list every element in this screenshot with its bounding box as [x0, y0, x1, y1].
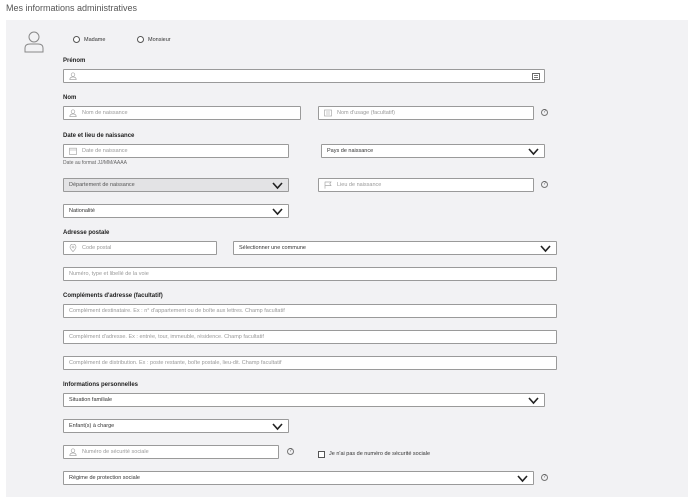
- nationalite-select[interactable]: Nationalité: [63, 204, 289, 218]
- securite-sociale-placeholder: Numéro de sécurité sociale: [82, 449, 149, 455]
- prenom-input[interactable]: [63, 69, 545, 83]
- regime-protection-value: Régime de protection sociale: [69, 475, 140, 481]
- complement-adresse-input[interactable]: Complément d'adresse. Ex : entrée, tour,…: [63, 330, 557, 344]
- label-personal-info: Informations personnelles: [63, 382, 139, 388]
- complement-distribution-input[interactable]: Complément de distribution. Ex : poste r…: [63, 356, 557, 370]
- help-icon[interactable]: ?: [541, 109, 548, 116]
- lieu-naissance-placeholder: Lieu de naissance: [337, 182, 382, 188]
- nom-naissance-placeholder: Nom de naissance: [82, 110, 128, 116]
- help-icon[interactable]: ?: [287, 448, 294, 455]
- securite-sociale-input[interactable]: Numéro de sécurité sociale: [63, 445, 279, 459]
- voie-placeholder: Numéro, type et libellé de la voie: [69, 271, 149, 277]
- enfants-value: Enfant(s) à charge: [69, 423, 115, 429]
- user-avatar-icon: [24, 31, 44, 53]
- code-postal-placeholder: Code postal: [82, 245, 112, 251]
- chevron-down-icon: [540, 245, 551, 253]
- situation-familiale-value: Situation familiale: [69, 397, 113, 403]
- complement-destinataire-input[interactable]: Complément destinataire. Ex : n° d'appar…: [63, 304, 557, 318]
- label-nom: Nom: [63, 95, 77, 101]
- label-address: Adresse postale: [63, 230, 110, 236]
- pays-naissance-value: Pays de naissance: [327, 148, 374, 154]
- radio-madame-label: Madame: [84, 37, 106, 43]
- location-pin-icon: [69, 244, 77, 252]
- nom-usage-input[interactable]: Nom d'usage (facultatif): [318, 106, 534, 120]
- lieu-naissance-input[interactable]: Lieu de naissance: [318, 178, 534, 192]
- chevron-down-icon: [517, 475, 528, 483]
- user-icon: [69, 448, 77, 456]
- departement-naissance-select[interactable]: Département de naissance: [63, 178, 289, 192]
- calendar-icon: [69, 147, 77, 155]
- label-address-complements: Compléments d'adresse (facultatif): [63, 293, 163, 299]
- user-icon: [69, 72, 77, 80]
- voie-input[interactable]: Numéro, type et libellé de la voie: [63, 267, 557, 281]
- code-postal-input[interactable]: Code postal: [63, 241, 217, 255]
- chevron-down-icon: [528, 148, 539, 156]
- radio-monsieur[interactable]: [137, 36, 144, 43]
- help-icon[interactable]: ?: [541, 181, 548, 188]
- complement-destinataire-placeholder: Complément destinataire. Ex : n° d'appar…: [69, 308, 285, 314]
- no-secu-checkbox-label: Je n'ai pas de numéro de sécurité social…: [329, 451, 431, 457]
- date-naissance-placeholder: Date de naissance: [82, 148, 128, 154]
- commune-value: Sélectionner une commune: [239, 245, 306, 251]
- date-naissance-input[interactable]: Date de naissance: [63, 144, 289, 158]
- nom-naissance-input[interactable]: Nom de naissance: [63, 106, 301, 120]
- label-prenom: Prénom: [63, 58, 86, 64]
- flag-icon: [324, 181, 332, 189]
- departement-naissance-value: Département de naissance: [69, 182, 135, 188]
- nationalite-value: Nationalité: [69, 208, 95, 214]
- label-birth: Date et lieu de naissance: [63, 133, 135, 139]
- chevron-down-icon: [528, 397, 539, 405]
- complement-distribution-placeholder: Complément de distribution. Ex : poste r…: [69, 360, 282, 366]
- form-panel: Madame Monsieur Prénom Nom Nom de naissa…: [6, 20, 688, 497]
- id-card-icon: [324, 109, 332, 117]
- chevron-down-icon: [272, 208, 283, 216]
- chevron-down-icon: [272, 423, 283, 431]
- no-secu-checkbox[interactable]: [318, 451, 325, 458]
- nom-usage-placeholder: Nom d'usage (facultatif): [337, 110, 395, 116]
- help-icon[interactable]: ?: [541, 474, 548, 481]
- radio-madame[interactable]: [73, 36, 80, 43]
- contact-card-icon[interactable]: [532, 73, 540, 80]
- pays-naissance-select[interactable]: Pays de naissance: [321, 144, 545, 158]
- situation-familiale-select[interactable]: Situation familiale: [63, 393, 545, 407]
- chevron-down-icon: [272, 182, 283, 190]
- date-format-hint: Date au format JJ/MM/AAAA: [63, 160, 127, 166]
- complement-adresse-placeholder: Complément d'adresse. Ex : entrée, tour,…: [69, 334, 264, 340]
- commune-select[interactable]: Sélectionner une commune: [233, 241, 557, 255]
- regime-protection-select[interactable]: Régime de protection sociale: [63, 471, 534, 485]
- radio-monsieur-label: Monsieur: [148, 37, 171, 43]
- user-icon: [69, 109, 77, 117]
- enfants-select[interactable]: Enfant(s) à charge: [63, 419, 289, 433]
- page-title: Mes informations administratives: [6, 3, 138, 13]
